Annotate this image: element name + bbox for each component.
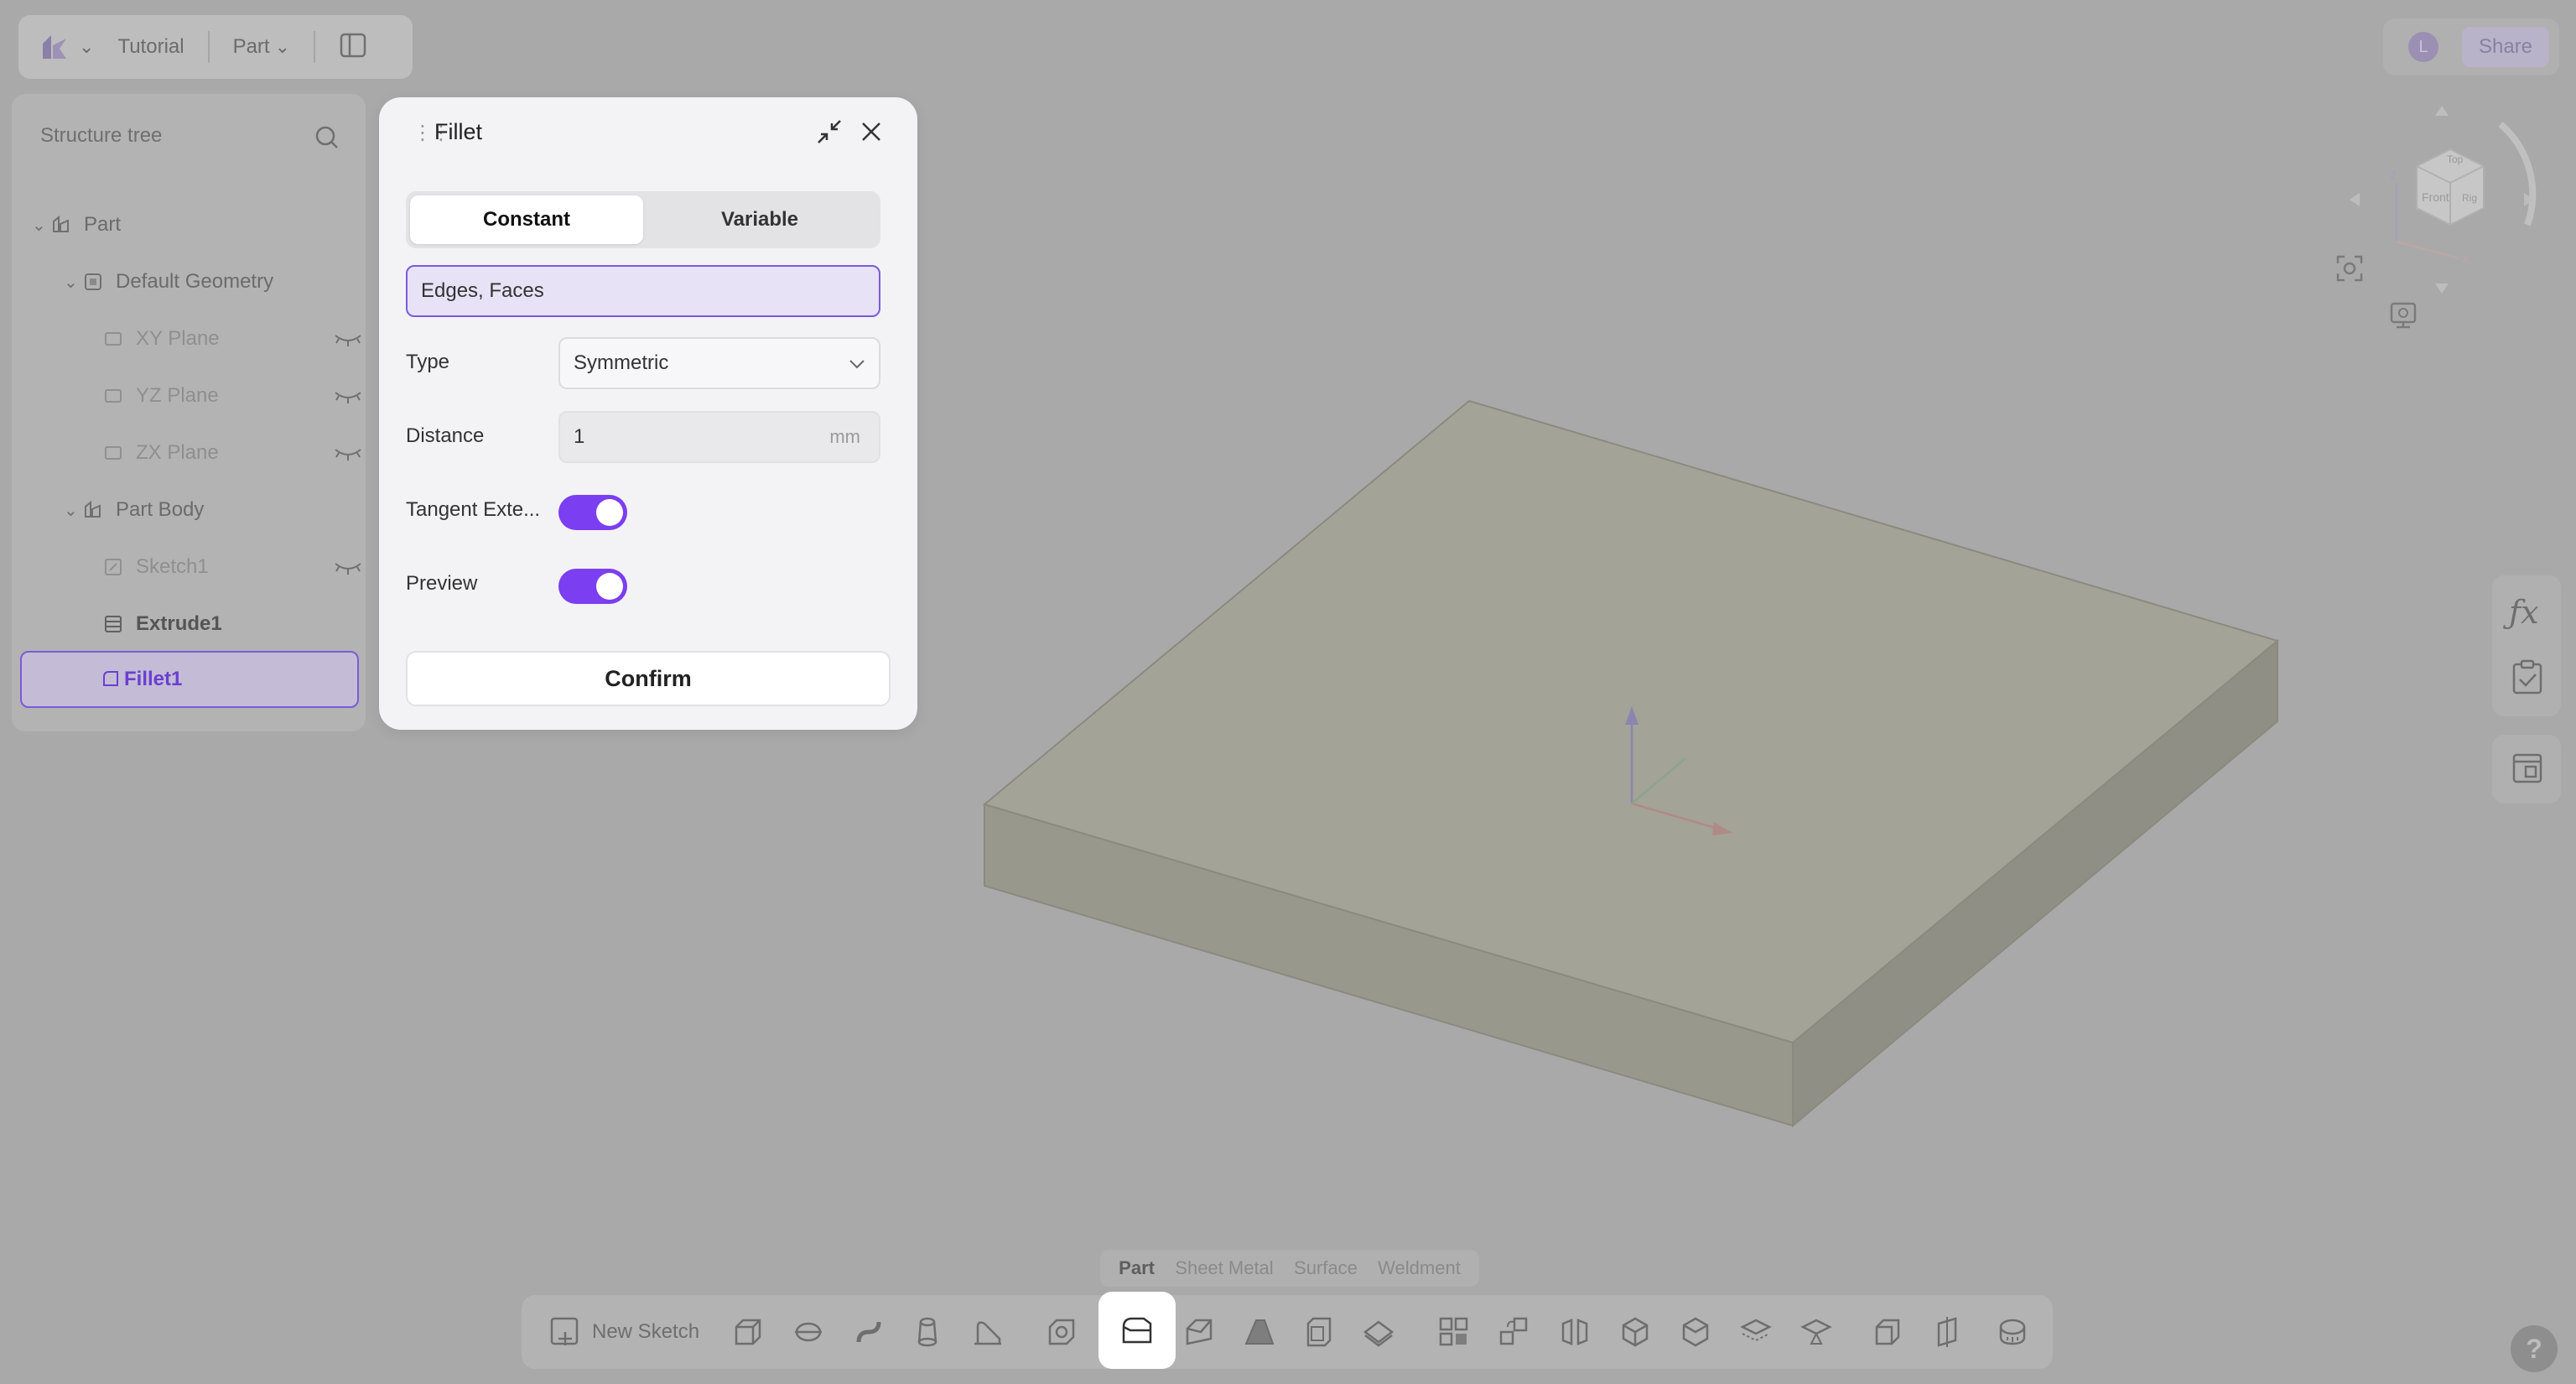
toggle-knob — [596, 499, 623, 526]
workspace-mode-tabs: Part Sheet Metal Surface Weldment — [1100, 1250, 1479, 1287]
mode-tab-surface[interactable]: Surface — [1294, 1257, 1358, 1279]
distance-input[interactable]: 1 mm — [558, 411, 880, 463]
split-tool-icon[interactable] — [1677, 1314, 1714, 1350]
tab-variable[interactable]: Variable — [643, 195, 876, 244]
measure-tool-icon[interactable] — [1994, 1314, 2031, 1350]
offset-surface-tool-icon[interactable] — [1737, 1314, 1774, 1350]
collapse-icon[interactable] — [815, 117, 844, 146]
replace-face-tool-icon[interactable] — [1798, 1314, 1835, 1350]
rib-tool-icon[interactable] — [969, 1314, 1006, 1350]
type-label: Type — [406, 351, 450, 373]
move-body-tool-icon[interactable] — [1496, 1314, 1533, 1350]
dialog-title: Fillet — [434, 119, 483, 144]
type-select-value: Symmetric — [574, 351, 669, 374]
right-tools-panel: ƒx — [2492, 575, 2561, 716]
type-select[interactable]: Symmetric — [558, 337, 880, 389]
formula-icon[interactable]: ƒx — [2509, 594, 2539, 631]
shell-tool-icon[interactable] — [1300, 1314, 1337, 1350]
preview-toggle[interactable] — [558, 569, 627, 604]
tangent-extension-label: Tangent Exte... — [406, 498, 541, 521]
distance-label: Distance — [406, 424, 485, 447]
pattern-tool-icon[interactable] — [1436, 1314, 1472, 1350]
mode-tab-part[interactable]: Part — [1119, 1257, 1155, 1279]
tangent-extension-toggle[interactable] — [558, 495, 627, 530]
svg-text:X: X — [2462, 252, 2470, 266]
layout-icon[interactable] — [2511, 752, 2544, 785]
fillet-tool-button-active[interactable] — [1098, 1292, 1176, 1369]
fillet-mode-segmented: Constant Variable — [406, 191, 880, 248]
distance-value: 1 — [574, 425, 585, 448]
close-icon[interactable] — [857, 117, 886, 146]
help-button[interactable]: ? — [2511, 1325, 2558, 1372]
hole-tool-icon[interactable] — [1043, 1314, 1080, 1350]
chamfer-tool-icon[interactable] — [1181, 1314, 1218, 1350]
display-mode-icon[interactable] — [2386, 299, 2420, 332]
preview-label: Preview — [406, 572, 478, 595]
loft-tool-icon[interactable] — [909, 1314, 946, 1350]
mode-tab-weldment[interactable]: Weldment — [1378, 1257, 1461, 1279]
svg-text:Z: Z — [2390, 169, 2397, 182]
right-layout-panel — [2492, 735, 2561, 804]
sweep-tool-icon[interactable] — [850, 1314, 887, 1350]
fit-view-icon[interactable] — [2333, 252, 2366, 285]
tab-constant[interactable]: Constant — [410, 195, 643, 244]
toggle-knob — [596, 573, 623, 600]
new-sketch-label: New Sketch — [592, 1320, 700, 1343]
thicken-tool-icon[interactable] — [1360, 1314, 1397, 1350]
view-cube[interactable]: Top Front Rig Z X — [2341, 99, 2542, 300]
checklist-icon[interactable] — [2511, 659, 2544, 696]
edges-faces-selection-field[interactable]: Edges, Faces — [406, 265, 880, 317]
view-cube-top-label: Top — [2447, 153, 2464, 165]
draft-tool-icon[interactable] — [1241, 1314, 1278, 1350]
mirror-tool-icon[interactable] — [1556, 1314, 1593, 1350]
fillet-tool-icon — [1122, 1317, 1152, 1344]
fillet-dialog: ⋮⋮ Fillet Constant Variable Edges, Faces… — [379, 97, 917, 730]
revolve-tool-icon[interactable] — [790, 1314, 827, 1350]
confirm-button[interactable]: Confirm — [406, 651, 891, 706]
feature-toolbar: New Sketch — [522, 1292, 2053, 1369]
view-cube-right-label: Rig — [2462, 192, 2477, 204]
new-sketch-button[interactable]: New Sketch — [548, 1314, 699, 1350]
distance-unit: mm — [829, 426, 860, 447]
section-view-tool-icon[interactable] — [1932, 1314, 1969, 1350]
boolean-tool-icon[interactable] — [1617, 1314, 1654, 1350]
mode-tab-sheet-metal[interactable]: Sheet Metal — [1175, 1257, 1273, 1279]
delete-face-tool-icon[interactable] — [1870, 1314, 1907, 1350]
chevron-down-icon — [849, 360, 865, 369]
view-cube-front-label: Front — [2422, 190, 2449, 204]
new-sketch-icon — [550, 1317, 579, 1345]
extrude-tool-icon[interactable] — [730, 1314, 766, 1350]
